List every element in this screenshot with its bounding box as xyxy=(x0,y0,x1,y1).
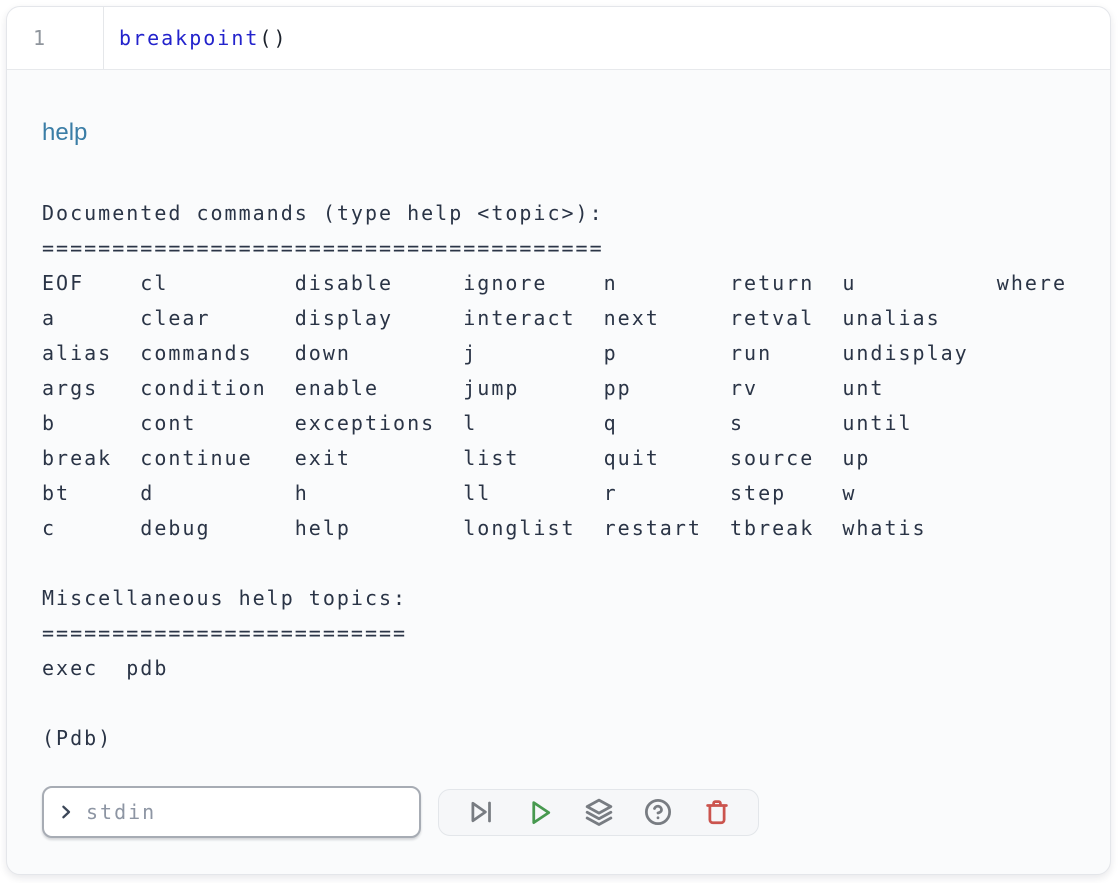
trash-icon xyxy=(702,797,732,827)
console-output: Documented commands (type help <topic>):… xyxy=(42,196,1075,756)
help-circle-icon xyxy=(643,797,673,827)
stack-button[interactable] xyxy=(569,790,628,835)
stdin-input-box[interactable] xyxy=(42,786,421,838)
code-token-builtin: breakpoint xyxy=(119,26,259,50)
toolbar xyxy=(438,789,759,836)
play-icon xyxy=(525,797,555,827)
stdin-echo: help xyxy=(42,118,1075,148)
run-button[interactable] xyxy=(510,790,569,835)
help-button[interactable] xyxy=(628,790,687,835)
skip-forward-icon xyxy=(466,797,496,827)
editor-gutter: 1 xyxy=(7,7,104,69)
code-editor[interactable]: 1 breakpoint() xyxy=(7,7,1110,70)
code-line[interactable]: breakpoint() xyxy=(104,7,288,69)
code-token-punctuation: () xyxy=(259,26,287,50)
layers-icon xyxy=(584,797,614,827)
clear-button[interactable] xyxy=(687,790,746,835)
output-panel: help Documented commands (type help <top… xyxy=(7,70,1110,838)
stdin-input[interactable] xyxy=(84,799,406,825)
step-forward-button[interactable] xyxy=(451,790,510,835)
controls-row xyxy=(42,786,1075,838)
line-number: 1 xyxy=(33,26,47,50)
pdb-runner-widget: 1 breakpoint() help Documented commands … xyxy=(6,6,1111,875)
chevron-right-icon xyxy=(57,803,75,821)
